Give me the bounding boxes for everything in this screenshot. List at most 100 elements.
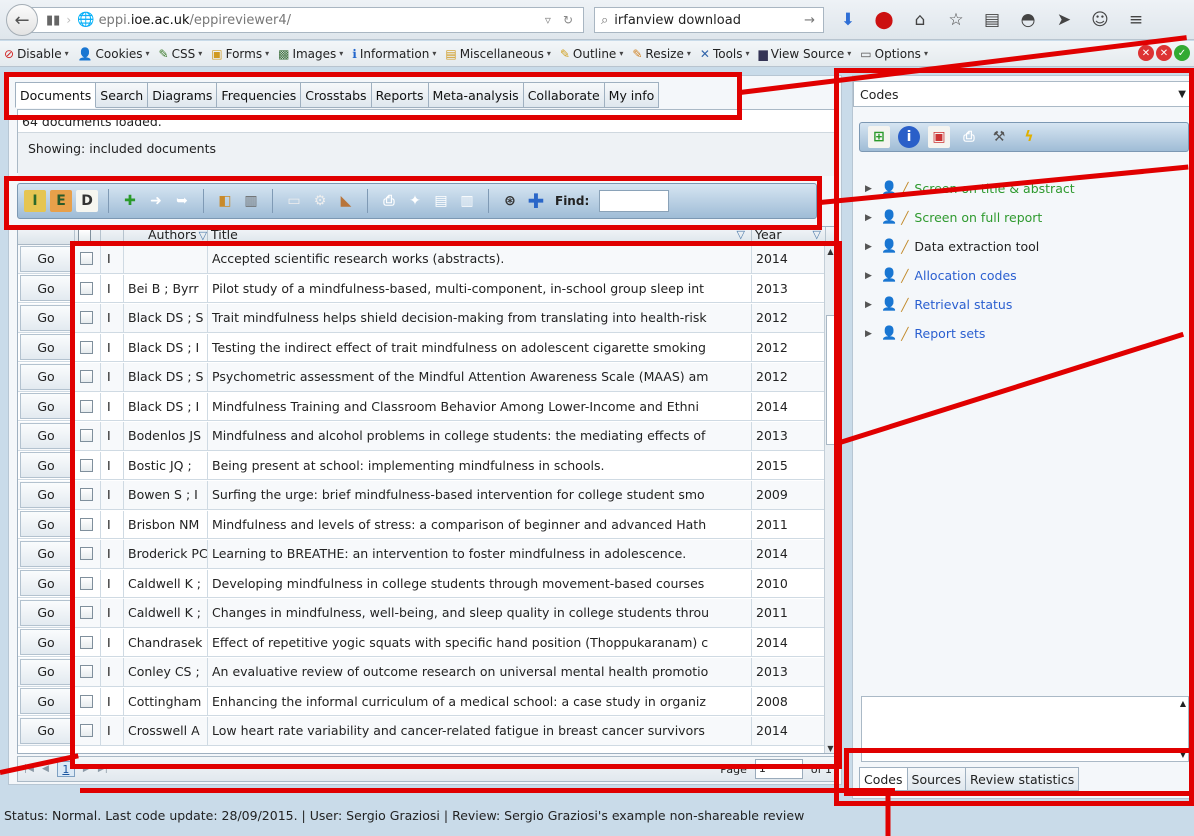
go-button[interactable]: Go [20,658,72,685]
chat-icon[interactable]: ☺ [1082,6,1118,34]
go-button[interactable]: Go [20,688,72,715]
library-icon[interactable]: ▮▮ [46,13,60,28]
devbar-item[interactable]: ▭ Options ▾ [860,47,928,61]
send-icon[interactable]: ➤ [1046,6,1082,34]
error-icon[interactable]: ✕ [1156,45,1172,61]
devbar-item[interactable]: ▣ Forms ▾ [211,47,269,61]
devbar-item-label: Resize [645,46,684,61]
caret-down-icon: ▾ [145,49,150,58]
go-button[interactable]: Go [20,570,72,597]
devbar-item-label: Forms [225,46,263,61]
devbar-item-icon: ✎ [158,46,169,61]
devbar-item-icon: ▆ [758,46,768,61]
devbar-item[interactable]: ⊘ Disable ▾ [4,47,69,61]
caret-down-icon: ▾ [745,49,750,58]
caret-down-icon: ▾ [265,49,270,58]
browser-search-bar[interactable]: ⌕ irfanview download → [594,7,824,33]
site-globe-icon[interactable]: 🌐 [77,12,94,28]
annotation-box-grid [70,241,842,769]
devbar-item-icon: ⊘ [4,46,15,61]
status-bar: Status: Normal. Last code update: 28/09/… [0,802,1194,836]
go-cell: Go [18,304,75,332]
devbar-item-label: Information [359,46,430,61]
devbar-item[interactable]: ℹ Information ▾ [352,47,436,61]
adblock-icon[interactable]: ⬤ [866,6,902,34]
go-cell: Go [18,451,75,479]
go-button[interactable]: Go [20,599,72,626]
bookmark-star-icon[interactable]: ☆ [938,6,974,34]
menu-icon[interactable]: ≡ [1118,6,1154,34]
url-bar[interactable]: ▮▮ › 🌐 eppi.ioe.ac.uk/eppireviewer4/ ▿ ↻ [26,7,584,33]
devbar-item[interactable]: ✎ Resize ▾ [632,47,691,61]
devbar-item[interactable]: ▆ View Source ▾ [759,47,852,61]
check-icon[interactable]: ✓ [1174,45,1190,61]
reload-icon[interactable]: ↻ [563,13,573,27]
search-go-icon[interactable]: → [804,13,815,28]
go-button[interactable]: Go [20,717,72,744]
go-cell: Go [18,628,75,656]
go-cell: Go [18,333,75,361]
devbar-item-icon: 👤 [77,46,93,61]
caret-down-icon: ▾ [546,49,551,58]
go-cell: Go [18,540,75,568]
caret-down-icon: ▾ [339,49,344,58]
devbar-item[interactable]: ▤ Miscellaneous ▾ [445,47,551,61]
devbar-item[interactable]: ▩ Images ▾ [278,47,343,61]
go-cell: Go [18,569,75,597]
devbar-item-label: Outline [572,46,617,61]
go-cell: Go [18,687,75,715]
url-text[interactable]: eppi.ioe.ac.uk/eppireviewer4/ [99,13,291,28]
annotation-box-codes [834,68,1194,806]
annotation-box-tabs [4,72,742,120]
web-developer-toolbar: ⊘ Disable ▾ 👤 Cookies ▾ ✎ CSS ▾ ▣ Forms ▾ ▩ Images ▾ ℹ I… [0,41,1194,67]
home-icon[interactable]: ⌂ [902,6,938,34]
go-button[interactable]: Go [20,481,72,508]
go-button[interactable]: Go [20,304,72,331]
caret-down-icon: ▾ [923,49,928,58]
devbar-item[interactable]: ✕ Tools ▾ [700,47,750,61]
go-button[interactable]: Go [20,511,72,538]
caret-down-icon: ▾ [198,49,203,58]
go-button[interactable]: Go [20,540,72,567]
devbar-item-label: Cookies [95,46,143,61]
devbar-item-label: Images [292,46,337,61]
devbar-item-icon: ✎ [559,46,570,61]
devbar-item-label: Tools [712,46,743,61]
go-button[interactable]: Go [20,245,72,272]
devbar-item-label: View Source [770,46,845,61]
devbar-item[interactable]: 👤 Cookies ▾ [78,47,150,61]
showing-text: Showing: included documents [18,132,836,176]
bookmarks-list-icon[interactable]: ▤ [974,6,1010,34]
devbar-item[interactable]: ✎ CSS ▾ [159,47,203,61]
annotation-box-bottom-tabs [844,748,1194,796]
download-icon[interactable]: ⬇ [830,6,866,34]
devbar-item-icon: ℹ [352,46,357,61]
go-button[interactable]: Go [20,422,72,449]
go-button[interactable]: Go [20,393,72,420]
annotation-box-toolbar [4,176,822,230]
go-button[interactable]: Go [20,275,72,302]
caret-down-icon: ▾ [64,49,69,58]
devbar-item-icon: ▣ [211,46,223,61]
url-dropdown-icon[interactable]: ▿ [545,13,551,27]
annotation-line-status [80,788,895,793]
devbar-item[interactable]: ✎ Outline ▾ [560,47,624,61]
error-icon[interactable]: ✕ [1138,45,1154,61]
caret-down-icon: ▾ [847,49,852,58]
search-text[interactable]: irfanview download [614,13,741,28]
pocket-icon[interactable]: ◓ [1010,6,1046,34]
url-controls: ▿ ↻ [545,13,583,27]
go-cell: Go [18,510,75,538]
go-button[interactable]: Go [20,629,72,656]
go-cell: Go [18,481,75,509]
browser-toolbar-icons: ⬇ ⬤ ⌂ ☆ ▤ ◓ ➤ ☺ ≡ [830,6,1154,34]
go-button[interactable]: Go [20,452,72,479]
go-button[interactable]: Go [20,334,72,361]
go-cell: Go [18,245,75,273]
devbar-item-label: CSS [171,46,196,61]
browser-nav-bar: ▮▮ › 🌐 eppi.ioe.ac.uk/eppireviewer4/ ▿ ↻… [0,0,1194,40]
go-button[interactable]: Go [20,363,72,390]
go-cell: Go [18,717,75,745]
back-button[interactable]: ← [6,4,38,36]
caret-down-icon: ▾ [686,49,691,58]
